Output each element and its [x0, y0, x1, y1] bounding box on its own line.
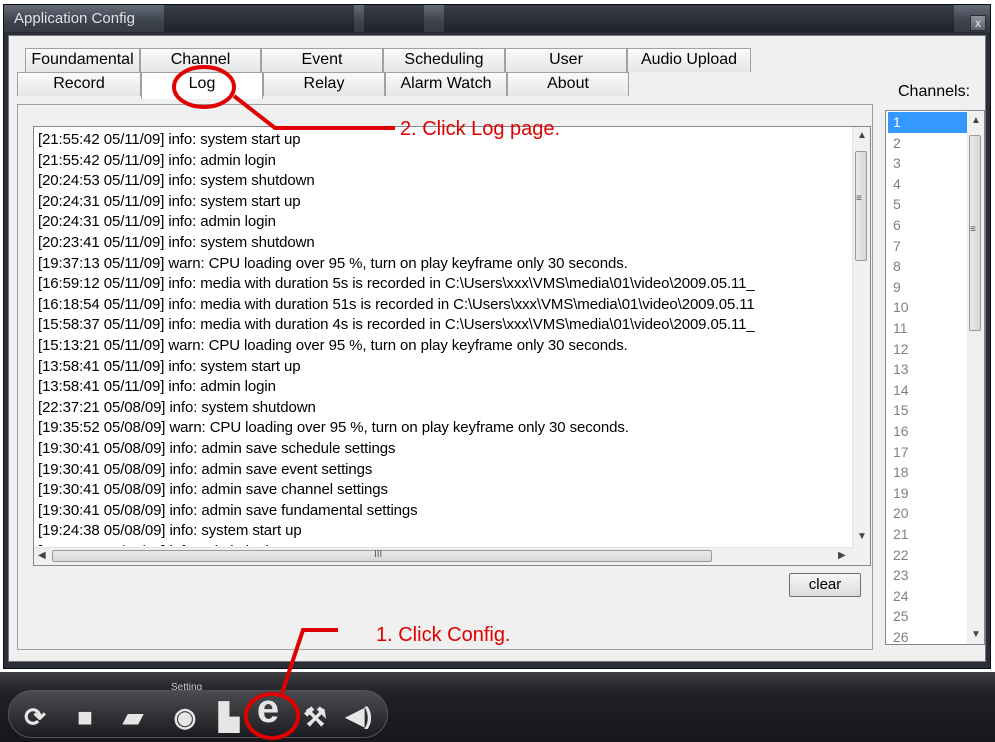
channel-item[interactable]: 17: [888, 442, 968, 463]
log-line[interactable]: [16:59:12 05/11/09] info: media with dur…: [38, 274, 850, 295]
log-line[interactable]: [15:13:21 05/11/09] warn: CPU loading ov…: [38, 336, 850, 357]
window-title: Application Config: [14, 10, 135, 27]
channel-item[interactable]: 18: [888, 462, 968, 483]
scroll-corner: [853, 548, 870, 565]
log-line[interactable]: [19:24:38 05/08/09] info: admin login: [38, 542, 850, 546]
log-line[interactable]: [20:24:31 05/11/09] info: admin login: [38, 212, 850, 233]
clear-button[interactable]: clear: [789, 573, 861, 597]
log-line[interactable]: [22:37:21 05/08/09] info: system shutdow…: [38, 398, 850, 419]
title-bar[interactable]: Application Config x: [4, 5, 990, 32]
channel-item[interactable]: 23: [888, 565, 968, 586]
channel-item[interactable]: 21: [888, 524, 968, 545]
tab-alarm-watch[interactable]: Alarm Watch: [385, 72, 507, 96]
log-lines: [21:55:42 05/11/09] info: system start u…: [38, 130, 850, 546]
log-line[interactable]: [19:30:41 05/08/09] info: admin save cha…: [38, 480, 850, 501]
log-line[interactable]: [19:37:13 05/11/09] warn: CPU loading ov…: [38, 254, 850, 275]
channel-item[interactable]: 2: [888, 133, 968, 154]
channel-item[interactable]: 3: [888, 153, 968, 174]
log-listbox[interactable]: [21:55:42 05/11/09] info: system start u…: [33, 126, 871, 566]
channel-item[interactable]: 15: [888, 400, 968, 421]
channel-item[interactable]: 9: [888, 277, 968, 298]
channel-item[interactable]: 13: [888, 359, 968, 380]
log-line[interactable]: [19:24:38 05/08/09] info: system start u…: [38, 521, 850, 542]
tab-log[interactable]: Log: [141, 72, 263, 99]
scroll-down-arrow-icon[interactable]: ▼: [857, 531, 867, 542]
channel-item[interactable]: 11: [888, 318, 968, 339]
speaker-icon[interactable]: ◀): [344, 702, 374, 732]
channel-item[interactable]: 24: [888, 586, 968, 607]
log-line[interactable]: [20:24:53 05/11/09] info: system shutdow…: [38, 171, 850, 192]
channel-item[interactable]: 20: [888, 503, 968, 524]
channel-item[interactable]: 8: [888, 256, 968, 277]
tab-foundamental[interactable]: Foundamental: [25, 48, 140, 72]
channels-vertical-scrollbar[interactable]: ▲ ≡ ▼: [967, 111, 984, 644]
channel-item[interactable]: 16: [888, 421, 968, 442]
log-line[interactable]: [15:58:37 05/11/09] info: media with dur…: [38, 315, 850, 336]
log-line[interactable]: [19:30:41 05/08/09] info: admin save eve…: [38, 460, 850, 481]
scroll-up-arrow-icon[interactable]: ▲: [971, 115, 981, 126]
tab-user[interactable]: User: [505, 48, 627, 72]
log-vertical-scroll-thumb[interactable]: [855, 151, 867, 261]
log-line[interactable]: [19:30:41 05/08/09] info: admin save sch…: [38, 439, 850, 460]
annotation-step-2: 2. Click Log page.: [400, 118, 561, 140]
scroll-right-arrow-icon[interactable]: ▶: [838, 550, 846, 561]
app-config-window: Application Config x Foundamental Channe…: [3, 4, 991, 669]
titlebar-glass: [164, 5, 354, 32]
tab-relay[interactable]: Relay: [263, 72, 385, 96]
folder-icon[interactable]: ▰: [118, 702, 148, 732]
tab-event[interactable]: Event: [261, 48, 383, 72]
annotation-step-1: 1. Click Config.: [376, 624, 511, 646]
titlebar-glass: [444, 5, 954, 32]
channel-item[interactable]: 5: [888, 194, 968, 215]
titlebar-glass: [364, 5, 424, 32]
log-line[interactable]: [20:23:41 05/11/09] info: system shutdow…: [38, 233, 850, 254]
log-horizontal-scrollbar[interactable]: ◀ III ▶: [34, 547, 854, 565]
tab-about[interactable]: About: [507, 72, 629, 96]
channel-item[interactable]: 25: [888, 606, 968, 627]
channel-item[interactable]: 19: [888, 483, 968, 504]
channel-item[interactable]: 26: [888, 627, 968, 644]
channel-item[interactable]: 6: [888, 215, 968, 236]
channels-listbox[interactable]: 1 2 3 4 5 6 7 8 9 10 11 12 13 14 15 16 17 18 19 20 21 22 23 24 2…: [885, 110, 985, 645]
grip-icon: ≡: [970, 224, 976, 235]
channel-item[interactable]: 14: [888, 380, 968, 401]
log-line[interactable]: [21:55:42 05/11/09] info: admin login: [38, 151, 850, 172]
grip-icon: III: [374, 549, 383, 560]
channel-item[interactable]: 12: [888, 339, 968, 360]
log-vertical-scrollbar[interactable]: ▲ ≡ ▼: [852, 127, 870, 549]
log-line[interactable]: [13:58:41 05/11/09] info: system start u…: [38, 357, 850, 378]
channel-item[interactable]: 4: [888, 174, 968, 195]
log-line[interactable]: [13:58:41 05/11/09] info: admin login: [38, 377, 850, 398]
channels-label: Channels:: [898, 83, 971, 100]
close-button[interactable]: x: [970, 15, 986, 31]
channel-item[interactable]: 22: [888, 545, 968, 566]
channel-item[interactable]: 10: [888, 297, 968, 318]
log-line[interactable]: [16:18:54 05/11/09] info: media with dur…: [38, 295, 850, 316]
channel-item[interactable]: 1: [888, 112, 968, 133]
tab-record[interactable]: Record: [17, 72, 141, 96]
tab-scheduling[interactable]: Scheduling: [383, 48, 505, 72]
wrench-icon[interactable]: ⚒: [300, 702, 330, 732]
log-line[interactable]: [19:35:52 05/08/09] warn: CPU loading ov…: [38, 418, 850, 439]
tab-channel[interactable]: Channel: [140, 48, 261, 72]
tab-audio-upload[interactable]: Audio Upload: [627, 48, 751, 72]
document-icon[interactable]: ▙: [214, 702, 244, 732]
globe-icon[interactable]: ◉: [170, 702, 200, 732]
scroll-up-arrow-icon[interactable]: ▲: [857, 130, 867, 141]
refresh-icon[interactable]: ⟳: [20, 702, 50, 732]
scroll-down-arrow-icon[interactable]: ▼: [971, 629, 981, 640]
config-e-icon[interactable]: e: [253, 689, 283, 729]
log-line[interactable]: [19:30:41 05/08/09] info: admin save fun…: [38, 501, 850, 522]
grip-icon: ≡: [856, 193, 862, 204]
lock-icon[interactable]: ■: [70, 702, 100, 732]
channel-item[interactable]: 7: [888, 236, 968, 257]
log-line[interactable]: [20:24:31 05/11/09] info: system start u…: [38, 192, 850, 213]
scroll-left-arrow-icon[interactable]: ◀: [38, 550, 46, 561]
